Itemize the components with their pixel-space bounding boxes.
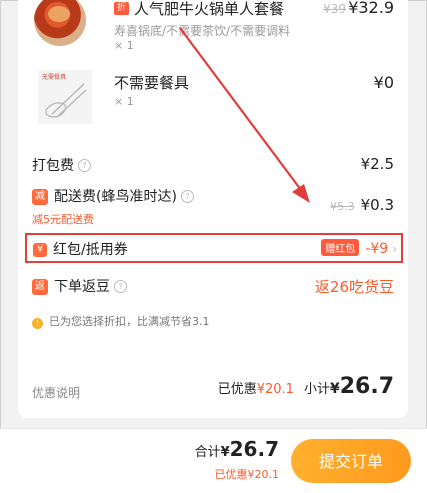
order-detail-card: 折 人气肥牛火锅单人套餐 寿喜锅底/不需要茶饮/不需要调料 × 1 ¥39 ¥3… [18,0,408,418]
item-price: ¥0 [373,73,394,92]
discount-badge: 折 [114,2,129,15]
delivery-fee-value: ¥5.3 ¥0.3 [330,196,394,214]
rebate-icon: 返 [32,279,48,295]
rebate-value: 返26吃货豆 [314,278,394,296]
gift-redpacket-tag: 赠红包 [321,239,360,256]
item-quantity: × 1 [114,95,134,108]
subtotal-summary: 已优惠¥20.1 小计¥26.7 [217,374,394,399]
item-quantity: × 1 [114,39,134,52]
discount-notice: ! 已为您选择折扣，比满减节省3.1 [32,313,210,329]
help-icon[interactable]: ? [180,190,194,203]
coupon-icon: ¥ [33,243,47,257]
coupon-label: ¥ 红包/抵用券 [33,239,128,259]
coupon-value: 赠红包 -¥9 › [321,239,397,257]
info-icon: ! [32,318,43,329]
item-title: 人气肥牛火锅单人套餐 [134,0,285,18]
total-amount: 合计¥26.7 [194,437,279,461]
item-price: ¥32.9 [348,0,394,17]
rebate-label: 返下单返豆? [32,276,127,296]
coupon-row[interactable]: ¥ 红包/抵用券 赠红包 -¥9 › [25,233,403,263]
help-icon[interactable]: ? [78,159,91,172]
saved-amount: ¥20.1 [256,382,294,397]
packing-fee-value: ¥2.5 [360,155,394,173]
item-title: 不需要餐具 [114,74,190,92]
discount-explanation-link[interactable]: 优惠说明 [32,384,80,401]
checkout-bar: 合计¥26.7 已优惠¥20.1 提交订单 [0,428,427,493]
delivery-original-fee: ¥5.3 [330,200,355,213]
delivery-discount-note: 减5元配送费 [32,213,94,226]
chevron-right-icon: › [392,242,397,256]
packing-fee-label: 打包费? [32,155,91,175]
subtotal-amount: 26.7 [339,374,394,399]
order-item-hotpot: 折 人气肥牛火锅单人套餐 寿喜锅底/不需要茶饮/不需要调料 × 1 ¥39 ¥3… [18,0,408,54]
chopsticks-icon: 无需餐具 [38,70,92,124]
delivery-fee-label: 减配送费(蜂鸟准时达)? [32,186,194,206]
item-original-price: ¥39 [323,2,346,16]
help-icon[interactable]: ? [114,280,127,293]
reduction-icon: 减 [32,189,48,205]
submit-order-button[interactable]: 提交订单 [291,439,411,483]
hotpot-image [34,0,86,46]
item-options: 寿喜锅底/不需要茶饮/不需要调料 [114,24,291,38]
total-saved: 已优惠¥20.1 [214,468,280,481]
